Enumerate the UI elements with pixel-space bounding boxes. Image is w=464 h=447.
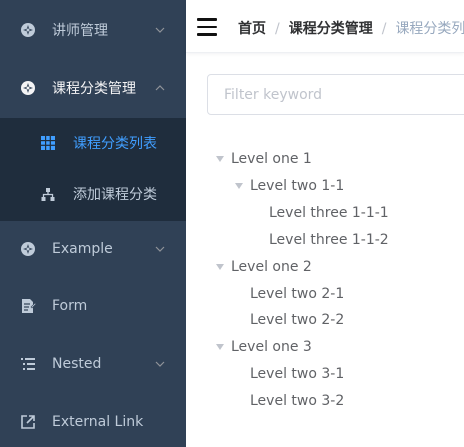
- menu-item-external-link[interactable]: External Link: [0, 394, 186, 447]
- example-icon: [20, 241, 36, 257]
- tree-node-label: Level two 3-1: [250, 366, 345, 382]
- menu-item-form[interactable]: Form: [0, 278, 186, 334]
- breadcrumb-item-current: 课程分类列表: [395, 21, 464, 37]
- tree-node[interactable]: Level two 2-1: [250, 281, 344, 307]
- tree-node[interactable]: Level one 3: [216, 334, 312, 360]
- menu-item-teacher-management[interactable]: 讲师管理: [0, 2, 186, 58]
- menu-item-nested[interactable]: Nested: [0, 336, 186, 392]
- tree-node[interactable]: Level one 2: [216, 254, 312, 280]
- tree-node[interactable]: Level two 3-1: [250, 361, 344, 387]
- menu-item-example[interactable]: Example: [0, 221, 186, 277]
- example-icon: [20, 80, 36, 96]
- tree-node-label: Level one 2: [231, 259, 312, 275]
- menu-item-course-category-management[interactable]: 课程分类管理: [0, 60, 186, 116]
- breadcrumb-item-course-category-management[interactable]: 课程分类管理: [289, 21, 373, 37]
- form-icon: [20, 298, 36, 314]
- tree-node[interactable]: Level one 1: [216, 146, 312, 172]
- external-link-icon: [20, 414, 36, 430]
- tree-node-label: Level two 3-2: [250, 393, 345, 409]
- breadcrumb: 首页 / 课程分类管理 / 课程分类列表: [238, 18, 464, 38]
- tree-node-label: Level two 2-2: [250, 312, 345, 328]
- tree-node[interactable]: Level three 1-1-1: [269, 200, 389, 226]
- breadcrumb-item-home[interactable]: 首页: [238, 21, 266, 37]
- tree-node-label: Level three 1-1-1: [269, 205, 389, 221]
- caret-down-icon[interactable]: [235, 183, 243, 189]
- navbar: 首页 / 课程分类管理 / 课程分类列表: [186, 0, 464, 53]
- chevron-down-icon: [154, 243, 166, 255]
- tree-node[interactable]: Level two 2-2: [250, 307, 344, 333]
- tree-node-label: Level one 1: [231, 151, 312, 167]
- caret-down-icon[interactable]: [216, 344, 224, 350]
- menu-item-label: Example: [52, 241, 113, 257]
- hamburger-icon[interactable]: [197, 18, 219, 36]
- tree-node-label: Level three 1-1-2: [269, 232, 389, 248]
- sidebar: 讲师管理 课程分类管理 课程分类列表 添加课程分类 Example Form N…: [0, 0, 186, 447]
- tree-node-label: Level two 2-1: [250, 286, 345, 302]
- submenu-item-add-category[interactable]: 添加课程分类: [0, 169, 186, 219]
- menu-item-label: Form: [52, 298, 88, 314]
- tree-node-label: Level two 1-1: [250, 178, 345, 194]
- chevron-up-icon: [154, 82, 166, 94]
- breadcrumb-separator: /: [381, 21, 387, 37]
- nested-icon: [20, 356, 36, 372]
- caret-down-icon[interactable]: [216, 264, 224, 270]
- submenu-course-category: 课程分类列表 添加课程分类: [0, 118, 186, 221]
- tree-node-label: Level one 3: [231, 339, 312, 355]
- menu-item-label: External Link: [52, 414, 144, 430]
- chevron-down-icon: [154, 24, 166, 36]
- breadcrumb-separator: /: [275, 21, 280, 37]
- tree-icon: [40, 186, 56, 202]
- tree-node[interactable]: Level three 1-1-2: [269, 227, 389, 253]
- menu-item-label: 讲师管理: [52, 23, 108, 39]
- chevron-down-icon: [154, 358, 166, 370]
- submenu-item-label: 课程分类列表: [73, 136, 157, 152]
- tree-node[interactable]: Level two 3-2: [250, 388, 344, 414]
- tree-node[interactable]: Level two 1-1: [235, 173, 344, 199]
- menu-item-label: Nested: [52, 356, 102, 372]
- table-icon: [40, 135, 56, 151]
- filter-keyword-input[interactable]: [207, 74, 464, 115]
- example-icon: [20, 22, 36, 38]
- caret-down-icon[interactable]: [216, 156, 224, 162]
- submenu-item-category-list[interactable]: 课程分类列表: [0, 118, 186, 168]
- menu-item-label: 课程分类管理: [52, 81, 136, 97]
- submenu-item-label: 添加课程分类: [73, 187, 157, 203]
